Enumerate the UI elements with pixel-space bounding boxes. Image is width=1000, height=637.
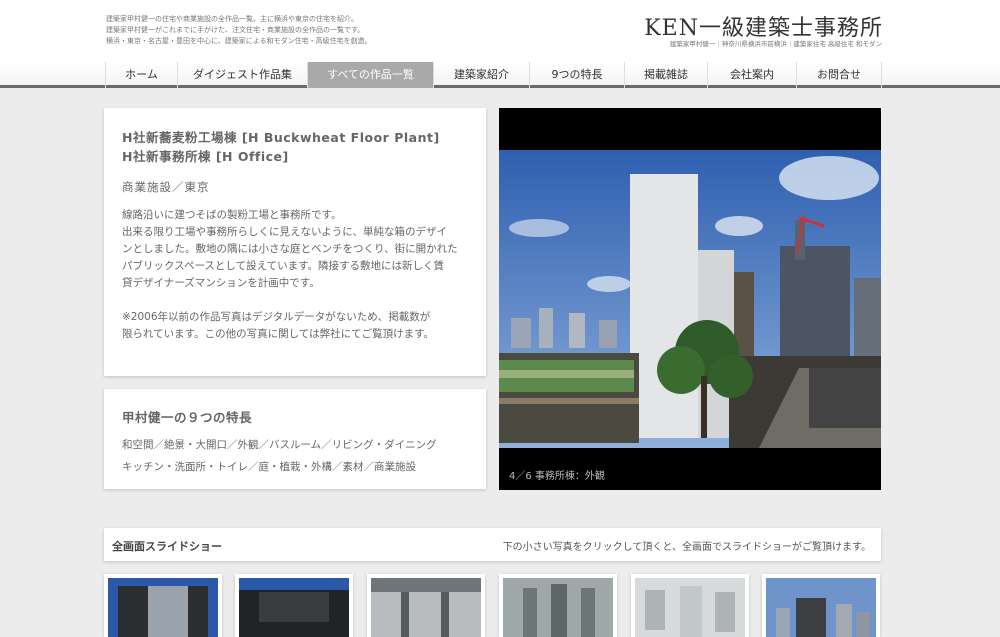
work-info-card: H社新蕎麦粉工場棟 [H Buckwheat Floor Plant] H社新事… (104, 108, 486, 376)
thumbnail-image (239, 578, 349, 637)
site-description-line: 建築家甲村健一がこれまでに手がけた、注文住宅・商業施設の全作品の一覧です。 (106, 26, 365, 34)
description-line: 貸デザイナーズマンションを計画中です。 (122, 277, 320, 289)
nav-item-features[interactable]: 9つの特長 (530, 62, 625, 88)
slideshow-thumbnail-4[interactable] (499, 574, 617, 637)
work-title-line: H社新蕎麦粉工場棟 [H Buckwheat Floor Plant] (122, 130, 440, 145)
nav-item-contact[interactable]: お問合せ (797, 62, 882, 88)
main-photo[interactable]: 4／6 事務所棟：外観 (499, 108, 881, 490)
nav-item-digest[interactable]: ダイジェスト作品集 (178, 62, 308, 88)
slideshow-thumbnail-3[interactable] (367, 574, 485, 637)
site-description-line: 建築家甲村健一の住宅や商業施設の全作品一覧。主に横浜や東京の住宅を紹介。 (106, 15, 358, 23)
slideshow-title: 全画面スライドショー (112, 540, 222, 553)
work-category: 商業施設／東京 (122, 180, 210, 194)
slideshow-thumbnail-6[interactable] (762, 574, 880, 637)
description-line: パブリックスペースとして設えています。隣接する敷地には新しく賃 (122, 260, 445, 272)
features-links-line[interactable]: 和空間／絶景・大開口／外観／バスルーム／リビング・ダイニング (122, 434, 468, 456)
slideshow-note: 下の小さい写真をクリックして頂くと、全画面でスライドショーがご覧頂けます。 (502, 542, 871, 553)
note-line: 限られています。この他の写真に関しては弊社にてご覧頂けます。 (122, 328, 435, 340)
work-title-line: H社新事務所棟 [H Office] (122, 149, 289, 164)
logo-subtitle: 建築家甲村健一｜神奈川県横浜市前横浜｜建築家住宅 高級住宅 和モダン (669, 40, 882, 48)
slideshow-header: 全画面スライドショー 下の小さい写真をクリックして頂くと、全画面でスライドショー… (104, 528, 881, 561)
features-card: 甲村健一の９つの特長 和空間／絶景・大開口／外観／バスルーム／リビング・ダイニン… (104, 389, 486, 489)
nav-item-home[interactable]: ホーム (106, 62, 178, 88)
description-line: 線路沿いに建つそばの製粉工場と事務所です。 (122, 209, 342, 221)
thumbnail-image (635, 578, 745, 637)
site-description: 建築家甲村健一の住宅や商業施設の全作品一覧。主に横浜や東京の住宅を紹介。 建築家… (106, 14, 406, 47)
nav-item-magazines[interactable]: 掲載雑誌 (625, 62, 708, 88)
slideshow-thumbnail-5[interactable] (631, 574, 749, 637)
slideshow-thumbnail-2[interactable] (235, 574, 353, 637)
features-links-line[interactable]: キッチン・洗面所・トイレ／庭・植栽・外構／素材／商業施設 (122, 456, 468, 478)
note-line: ※2006年以前の作品写真はデジタルデータがないため、掲載数が (122, 311, 431, 323)
features-title: 甲村健一の９つの特長 (122, 410, 253, 425)
building-photo-image (499, 108, 881, 490)
main-nav: ホーム ダイジェスト作品集 すべての作品一覧 建築家紹介 9つの特長 掲載雑誌 … (0, 62, 1000, 88)
thumbnail-image (371, 578, 481, 637)
nav-item-company[interactable]: 会社案内 (708, 62, 797, 88)
nav-item-all-works[interactable]: すべての作品一覧 (308, 62, 434, 88)
description-line: 出来る限り工場や事務所らしくに見えないように、単純な箱のデザイ (122, 226, 447, 238)
thumbnail-image (108, 578, 218, 637)
nav-item-architect[interactable]: 建築家紹介 (434, 62, 530, 88)
site-header: 建築家甲村健一の住宅や商業施設の全作品一覧。主に横浜や東京の住宅を紹介。 建築家… (0, 0, 1000, 62)
description-line: ンとしました。敷地の隅には小さな庭とベンチをつくり、街に開かれた (122, 243, 458, 255)
work-description: 線路沿いに建つそばの製粉工場と事務所です。 出来る限り工場や事務所らしくに見えな… (122, 207, 468, 343)
site-description-line: 横浜・東京・名古屋・豊田を中心に、建築家による和モダン住宅・高級住宅を創造。 (106, 37, 372, 45)
thumbnail-image (766, 578, 876, 637)
slideshow-thumbnail-1[interactable] (104, 574, 222, 637)
thumbnail-image (503, 578, 613, 637)
photo-caption: 4／6 事務所棟：外観 (509, 471, 605, 482)
